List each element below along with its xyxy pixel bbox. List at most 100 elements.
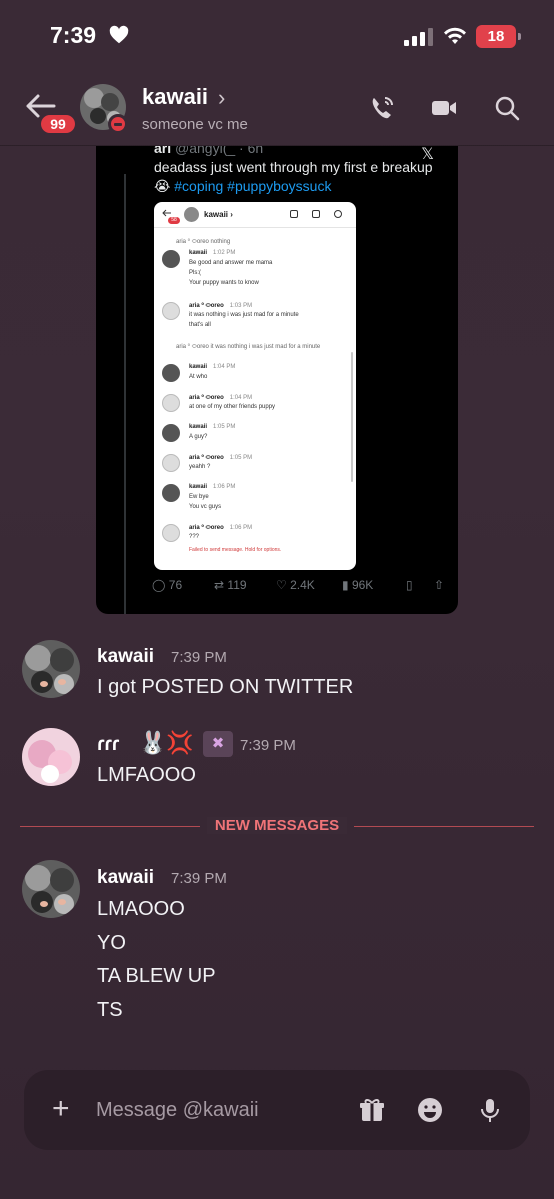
emoji-icon[interactable] [416, 1096, 444, 1124]
avatar [162, 302, 180, 320]
video-camera-icon[interactable] [430, 94, 458, 122]
message-author: kawaii 1:06 PM [189, 484, 235, 490]
author-name: kawaii [189, 364, 208, 370]
message-line: Your puppy wants to know [189, 280, 259, 286]
new-messages-label: NEW MESSAGES [206, 817, 348, 834]
cellular-signal-icon [404, 28, 433, 46]
message-author: aria ⁰ ⬭oreo 1:04 PM [189, 394, 252, 402]
message-text: TA BLEW UP [97, 965, 216, 987]
message-line: at one of my other friends puppy [189, 404, 276, 410]
message-author[interactable]: kawaii [97, 867, 154, 889]
inner-header: 58 kawaii › [154, 202, 356, 228]
unread-badge: 99 [38, 112, 78, 136]
timestamp: 7:39 PM [240, 737, 296, 754]
author-name: aria ⁰ ⬭oreo [189, 455, 224, 461]
avatar[interactable] [22, 860, 80, 918]
message-line: it was nothing i was just mad for a minu… [189, 312, 299, 318]
image-attachment[interactable]: ari @angyl(_ · 6h 𝕏 deadass just went th… [96, 146, 458, 614]
message-author: kawaii 1:05 PM [189, 424, 235, 430]
reply-preview: aria ⁰ ⬭oreo it was nothing i was just m… [176, 344, 321, 350]
message-text: LMAOOO [97, 898, 185, 920]
tweet-handle: @angyl(_ · 6h [175, 146, 264, 156]
timestamp: 1:04 PM [213, 364, 236, 370]
avatar [162, 524, 180, 542]
video-camera-icon [312, 210, 320, 218]
inner-title: kawaii › [204, 210, 233, 219]
avatar [162, 250, 180, 268]
like-count: 2.4K [290, 578, 315, 592]
gift-icon[interactable] [358, 1096, 386, 1124]
avatar [162, 394, 180, 412]
role-icon: ✖ [203, 731, 233, 757]
thread-line [124, 174, 126, 614]
reply-action[interactable]: ◯ 76 [152, 578, 182, 592]
wifi-icon [444, 27, 466, 44]
clock: 7:39 [50, 22, 97, 48]
message-author: aria ⁰ ⬭oreo 1:03 PM [189, 302, 252, 310]
tweet-actions: ◯ 76 ⇄ 119 ♡ 2.4K ▮ 96K ▯ ⇧ [152, 578, 452, 598]
avatar [162, 484, 180, 502]
message-text: I got POSTED ON TWITTER [97, 676, 354, 698]
microphone-icon[interactable] [476, 1096, 504, 1124]
scrollbar [351, 352, 353, 482]
search-icon [334, 210, 342, 218]
screenshot-in-tweet: 58 kawaii › aria ⁰ ⬭oreo nothing kawaii 1… [154, 202, 356, 570]
avatar [162, 424, 180, 442]
message-composer: + [24, 1070, 530, 1150]
message-author: aria ⁰ ⬭oreo 1:06 PM [189, 524, 252, 532]
bar-chart-icon: ▮ [342, 578, 349, 592]
timestamp: 1:05 PM [229, 455, 253, 461]
message-line: ??? [189, 534, 200, 540]
avatar [162, 364, 180, 382]
search-icon[interactable] [493, 94, 521, 122]
tweet-author: ari [154, 146, 172, 156]
reply-preview: aria ⁰ ⬭oreo nothing [176, 239, 231, 245]
avatar[interactable] [22, 640, 80, 698]
like-action[interactable]: ♡ 2.4K [276, 578, 315, 592]
page-title[interactable]: kawaii [142, 84, 208, 110]
reply-icon: ◯ [152, 578, 166, 592]
timestamp: 7:39 PM [171, 649, 227, 666]
message-line: Be good and answer me mama [189, 260, 273, 266]
message-line: yeahh ? [189, 464, 211, 470]
message-input[interactable] [96, 1094, 336, 1126]
timestamp: 1:06 PM [213, 484, 236, 490]
message-author[interactable]: kawaii [97, 646, 154, 668]
retweet-action[interactable]: ⇄ 119 [214, 578, 247, 592]
timestamp: 1:05 PM [213, 424, 236, 430]
author-name: aria ⁰ ⬭oreo [189, 525, 224, 531]
author-name: kawaii [189, 424, 208, 430]
author-emojis: 🐰💢 [139, 730, 194, 755]
timestamp: 7:39 PM [171, 870, 227, 887]
views-action[interactable]: ▮ 96K [342, 578, 373, 592]
do-not-disturb-status-icon [108, 114, 128, 134]
timestamp: 1:03 PM [229, 303, 253, 309]
tweet-text: deadass just went through my first e bre… [154, 158, 444, 196]
share-icon[interactable]: ⇧ [434, 578, 444, 592]
chevron-right-icon[interactable]: › [218, 85, 225, 111]
author-name: kawaii [189, 484, 208, 490]
battery-indicator: 18 [476, 25, 521, 48]
message-line: You vc guys [189, 504, 222, 510]
message-line: Ew bye [189, 494, 209, 500]
retweet-count: 119 [227, 578, 247, 592]
timestamp: 1:06 PM [229, 525, 253, 531]
avatar [162, 454, 180, 472]
back-arrow-icon [162, 209, 171, 217]
phone-call-icon [290, 210, 298, 218]
tweet-emoji: 😭 [154, 178, 171, 194]
avatar[interactable] [22, 728, 80, 786]
author-name: kawaii [189, 250, 208, 256]
tweet-header: ari @angyl(_ · 6h [154, 146, 263, 156]
plus-icon[interactable]: + [52, 1094, 70, 1124]
message-text: YO [97, 932, 126, 954]
message-author: aria ⁰ ⬭oreo 1:05 PM [189, 454, 252, 462]
message-author[interactable]: ɾɾɾ [97, 734, 119, 756]
tweet-body: deadass just went through my first e bre… [154, 159, 433, 175]
new-messages-divider: NEW MESSAGES [0, 817, 554, 834]
bookmark-icon[interactable]: ▯ [406, 578, 413, 592]
phone-call-icon[interactable] [368, 94, 396, 122]
send-error: Failed to send message. Hold for options… [189, 547, 282, 553]
message-line: A guy? [189, 434, 208, 440]
timestamp: 1:04 PM [229, 395, 253, 401]
